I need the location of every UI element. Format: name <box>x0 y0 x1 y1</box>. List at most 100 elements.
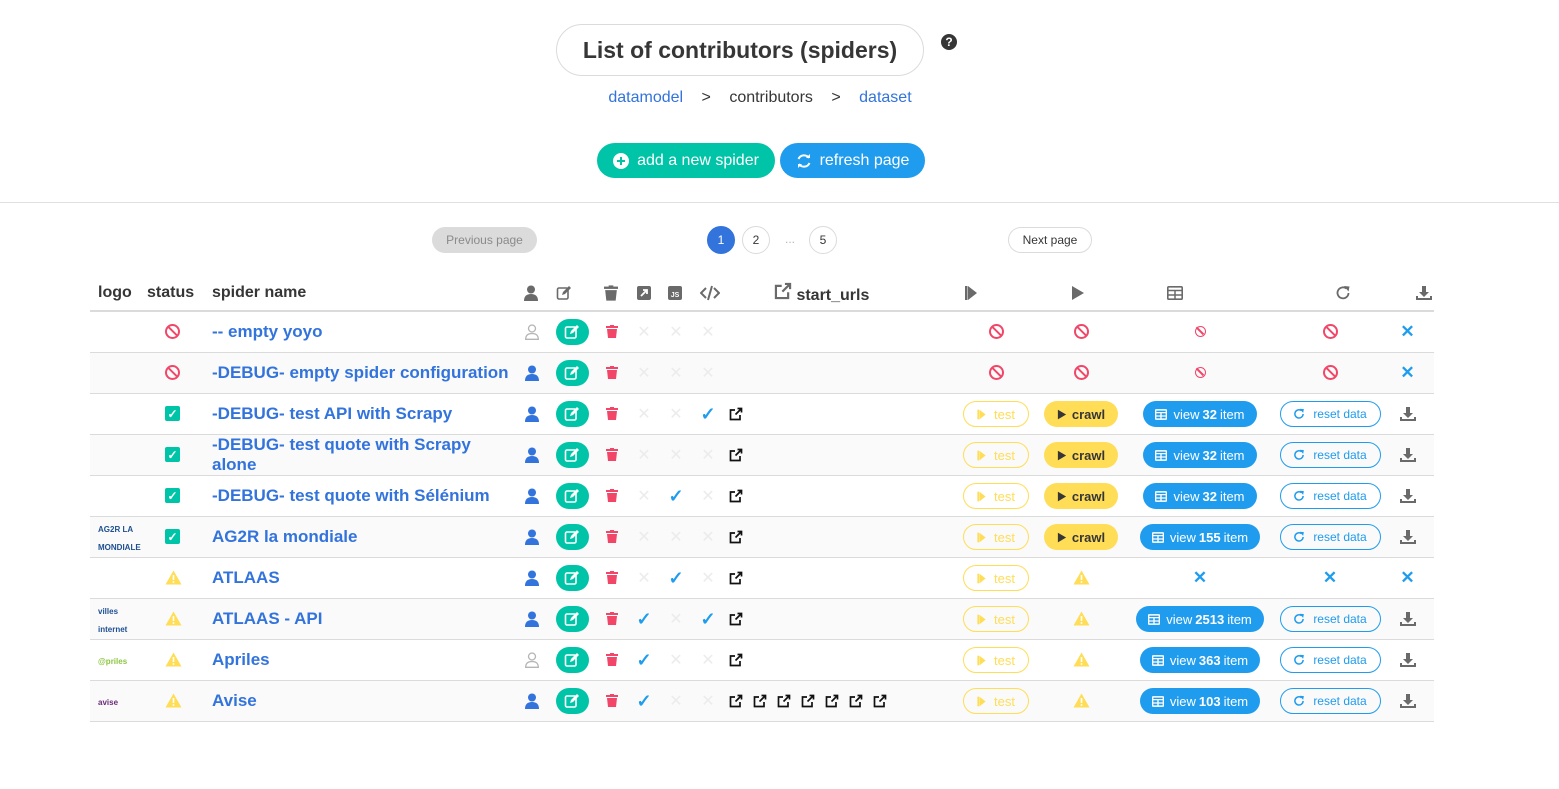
name-cell[interactable]: -DEBUG- test quote with Sélénium <box>204 475 516 517</box>
test-cell[interactable]: test <box>951 598 1041 640</box>
page-5-button[interactable]: 5 <box>809 226 837 254</box>
user-icon[interactable] <box>525 406 539 422</box>
spider-name[interactable]: -DEBUG- test quote with Scrapy alone <box>212 435 471 474</box>
trash-icon[interactable] <box>606 653 618 667</box>
test-cell[interactable]: test <box>951 434 1041 476</box>
edit-button[interactable] <box>555 360 589 386</box>
start-urls-cell[interactable] <box>724 680 951 722</box>
edit-button[interactable] <box>555 606 589 632</box>
user-cell[interactable] <box>516 393 548 435</box>
trash-icon[interactable] <box>606 571 618 585</box>
test-button[interactable]: test <box>963 606 1029 632</box>
crawl-button[interactable]: crawl <box>1044 401 1118 427</box>
external-link-icon[interactable] <box>825 694 839 708</box>
external-link-icon[interactable] <box>729 612 743 626</box>
trash-icon[interactable] <box>606 366 618 380</box>
user-cell[interactable] <box>516 475 548 517</box>
external-link-icon[interactable] <box>873 694 887 708</box>
reset-data-button[interactable]: reset data <box>1279 606 1381 632</box>
spider-name[interactable]: ATLAAS - API <box>212 609 323 628</box>
external-link-icon[interactable] <box>729 694 743 708</box>
name-cell[interactable]: ATLAAS <box>204 557 516 599</box>
user-cell[interactable] <box>516 516 548 558</box>
test-button[interactable]: test <box>963 401 1029 427</box>
start-urls-cell[interactable] <box>724 639 951 681</box>
view-items-button[interactable]: view 363 item <box>1139 647 1261 673</box>
question-circle-icon[interactable]: ? <box>941 34 957 50</box>
spider-name[interactable]: -DEBUG- empty spider configuration <box>212 363 509 382</box>
view-cell[interactable]: view 155 item <box>1121 516 1279 558</box>
user-icon[interactable] <box>525 365 539 381</box>
download-icon[interactable] <box>1399 529 1416 545</box>
edit-button[interactable] <box>555 565 589 591</box>
start-urls-cell[interactable] <box>724 393 951 435</box>
spider-name[interactable]: -DEBUG- test quote with Sélénium <box>212 486 490 505</box>
name-cell[interactable]: ATLAAS - API <box>204 598 516 640</box>
reset-data-button[interactable]: reset data <box>1279 524 1381 550</box>
external-link-icon[interactable] <box>729 489 743 503</box>
trash-cell[interactable] <box>596 475 628 517</box>
download-icon[interactable] <box>1399 652 1416 668</box>
test-cell[interactable]: test <box>951 639 1041 681</box>
user-icon[interactable] <box>525 652 539 668</box>
start-urls-cell[interactable] <box>724 598 951 640</box>
spider-name[interactable]: ATLAAS <box>212 568 280 587</box>
edit-button[interactable] <box>555 647 589 673</box>
start-urls-cell[interactable] <box>724 434 951 476</box>
next-page-button[interactable]: Next page <box>1008 227 1092 253</box>
trash-icon[interactable] <box>606 407 618 421</box>
reset-data-button[interactable]: reset data <box>1279 401 1381 427</box>
test-cell[interactable]: test <box>951 680 1041 722</box>
page-2-button[interactable]: 2 <box>742 226 770 254</box>
trash-cell[interactable] <box>596 557 628 599</box>
crawl-cell[interactable]: crawl <box>1041 434 1121 476</box>
view-items-button[interactable]: view 32 item <box>1143 483 1257 509</box>
external-link-icon[interactable] <box>849 694 863 708</box>
trash-icon[interactable] <box>606 530 618 544</box>
test-button[interactable]: test <box>963 524 1029 550</box>
start-urls-cell[interactable] <box>724 516 951 558</box>
user-cell[interactable] <box>516 352 548 394</box>
spider-name[interactable]: Apriles <box>212 650 270 669</box>
view-items-button[interactable]: view 103 item <box>1139 688 1261 714</box>
trash-cell[interactable] <box>596 598 628 640</box>
user-icon[interactable] <box>525 611 539 627</box>
view-items-button[interactable]: view 155 item <box>1139 524 1261 550</box>
crawl-button[interactable]: crawl <box>1044 483 1118 509</box>
download-icon[interactable] <box>1399 611 1416 627</box>
reset-data-button[interactable]: reset data <box>1279 647 1381 673</box>
trash-icon[interactable] <box>606 694 618 708</box>
test-cell[interactable]: test <box>951 475 1041 517</box>
external-link-icon[interactable] <box>729 407 743 421</box>
user-icon[interactable] <box>525 447 539 463</box>
name-cell[interactable]: Avise <box>204 680 516 722</box>
trash-cell[interactable] <box>596 639 628 681</box>
name-cell[interactable]: -DEBUG- test API with Scrapy <box>204 393 516 435</box>
edit-cell[interactable] <box>548 516 596 558</box>
trash-icon[interactable] <box>606 448 618 462</box>
edit-button[interactable] <box>555 483 589 509</box>
trash-icon[interactable] <box>606 612 618 626</box>
trash-icon[interactable] <box>606 325 618 339</box>
edit-cell[interactable] <box>548 352 596 394</box>
start-urls-cell[interactable] <box>724 475 951 517</box>
crawl-cell[interactable]: crawl <box>1041 475 1121 517</box>
view-cell[interactable]: view 32 item <box>1121 475 1279 517</box>
edit-cell[interactable] <box>548 680 596 722</box>
user-icon[interactable] <box>525 693 539 709</box>
user-icon[interactable] <box>525 488 539 504</box>
reset-cell[interactable]: reset data <box>1279 598 1381 640</box>
reset-cell[interactable]: reset data <box>1279 639 1381 681</box>
download-cell[interactable] <box>1381 639 1434 681</box>
reset-cell[interactable]: reset data <box>1279 434 1381 476</box>
edit-button[interactable] <box>555 524 589 550</box>
view-cell[interactable]: view 32 item <box>1121 434 1279 476</box>
crawl-cell[interactable]: crawl <box>1041 516 1121 558</box>
edit-cell[interactable] <box>548 639 596 681</box>
download-cell[interactable] <box>1381 598 1434 640</box>
edit-button[interactable] <box>555 688 589 714</box>
view-items-button[interactable]: view 2513 item <box>1136 606 1264 632</box>
user-cell[interactable] <box>516 557 548 599</box>
name-cell[interactable]: -- empty yoyo <box>204 311 516 353</box>
test-cell[interactable]: test <box>951 557 1041 599</box>
